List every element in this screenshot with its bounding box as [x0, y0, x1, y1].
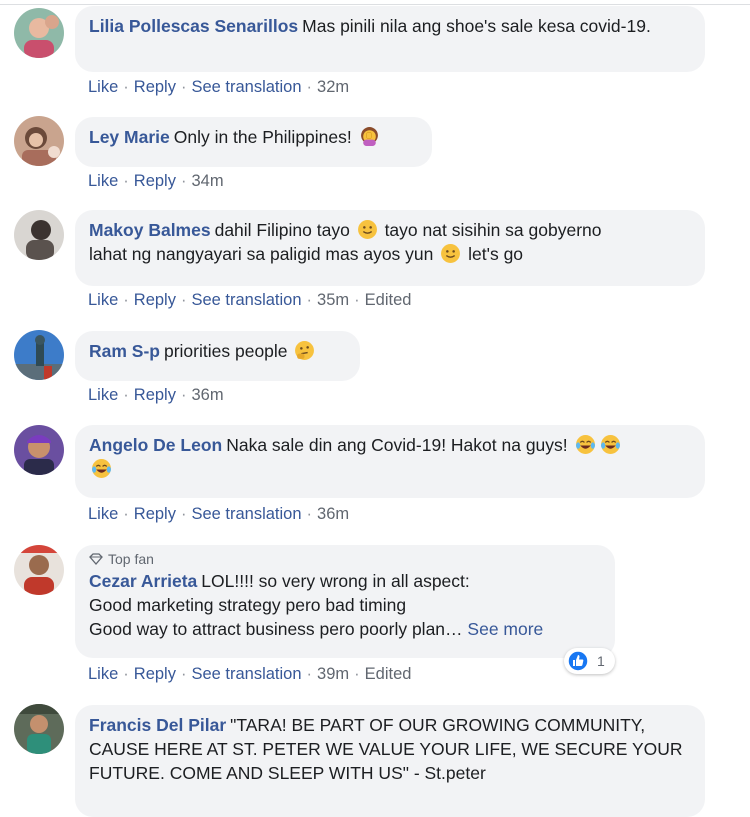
- see-translation-link[interactable]: See translation: [191, 665, 301, 683]
- comment-bubble: Makoy Balmes dahil Filipino tayo tayo nat…: [75, 210, 705, 286]
- avatar[interactable]: [14, 8, 64, 58]
- reply-link[interactable]: Reply: [134, 291, 176, 309]
- top-fan-badge: Top fan: [89, 551, 601, 567]
- comment-bubble: Francis Del Pilar "TARA! BE PART OF OUR G…: [75, 705, 705, 817]
- like-link[interactable]: Like: [88, 665, 118, 683]
- reply-link[interactable]: Reply: [134, 172, 176, 190]
- tears-of-joy-emoji: [600, 434, 621, 455]
- comment-actions: Like · Reply · 36m: [88, 386, 224, 404]
- comment-bubble: Ram S-p priorities people: [75, 331, 360, 381]
- commenter-name[interactable]: Ram S-p: [89, 341, 160, 361]
- reply-link[interactable]: Reply: [134, 78, 176, 96]
- comment-text: LOL!!!! so very wrong in all aspect:: [201, 571, 470, 591]
- reply-link[interactable]: Reply: [134, 665, 176, 683]
- reply-link[interactable]: Reply: [134, 386, 176, 404]
- tears-of-joy-emoji: [91, 458, 112, 479]
- comment-bubble: Angelo De Leon Naka sale din ang Covid-19…: [75, 425, 705, 498]
- edited-label[interactable]: Edited: [365, 291, 412, 309]
- comment-actions: Like · Reply · See translation · 32m: [88, 78, 350, 96]
- comment-text: Mas pinili nila ang shoe's sale kesa cov…: [302, 16, 651, 36]
- comment-text: lahat ng nangyayari sa paligid mas ayos …: [89, 244, 434, 264]
- timestamp[interactable]: 36m: [317, 505, 349, 523]
- thinking-emoji: [294, 340, 315, 361]
- comment-bubble: Lilia Pollescas Senarillos Mas pinili nil…: [75, 6, 705, 72]
- avatar[interactable]: [14, 116, 64, 166]
- avatar[interactable]: [14, 330, 64, 380]
- timestamp[interactable]: 32m: [317, 78, 349, 96]
- comment-bubble: Ley Marie Only in the Philippines!: [75, 117, 432, 167]
- comment-text: Good marketing strategy pero bad timing: [89, 595, 407, 615]
- comment-text: Naka sale din ang Covid-19! Hakot na guy…: [226, 435, 568, 455]
- reaction-count-badge[interactable]: 1: [564, 648, 615, 674]
- comment-text: priorities people: [163, 341, 288, 361]
- comment-text: Only in the Philippines!: [173, 127, 352, 147]
- comment-text: tayo nat sisihin sa gobyerno: [384, 220, 602, 240]
- diamond-icon: [89, 552, 103, 565]
- top-divider: [0, 4, 750, 5]
- timestamp[interactable]: 35m: [317, 291, 349, 309]
- commenter-name[interactable]: Francis Del Pilar: [89, 715, 226, 735]
- like-link[interactable]: Like: [88, 386, 118, 404]
- comment-actions: Like · Reply · See translation · 39m · Edited: [88, 665, 412, 683]
- comment-text: dahil Filipino tayo: [214, 220, 350, 240]
- commenter-name[interactable]: Cezar Arrieta: [89, 571, 197, 591]
- see-more-link[interactable]: See more: [467, 619, 543, 639]
- see-translation-link[interactable]: See translation: [191, 78, 301, 96]
- smile-emoji: [357, 219, 378, 240]
- edited-label[interactable]: Edited: [365, 665, 412, 683]
- comment-actions: Like · Reply · See translation · 35m · Edited: [88, 291, 412, 309]
- like-reaction-icon: [567, 650, 589, 672]
- avatar[interactable]: [14, 704, 64, 754]
- commenter-name[interactable]: Angelo De Leon: [89, 435, 222, 455]
- commenter-name[interactable]: Makoy Balmes: [89, 220, 211, 240]
- smile-emoji: [440, 243, 461, 264]
- like-link[interactable]: Like: [88, 172, 118, 190]
- avatar[interactable]: [14, 210, 64, 260]
- see-translation-link[interactable]: See translation: [191, 291, 301, 309]
- avatar[interactable]: [14, 545, 64, 595]
- like-link[interactable]: Like: [88, 291, 118, 309]
- reply-link[interactable]: Reply: [134, 505, 176, 523]
- facepalm-woman-emoji: [359, 126, 380, 147]
- commenter-name[interactable]: Lilia Pollescas Senarillos: [89, 16, 298, 36]
- comment-actions: Like · Reply · 34m: [88, 172, 224, 190]
- tears-of-joy-emoji: [575, 434, 596, 455]
- see-translation-link[interactable]: See translation: [191, 505, 301, 523]
- timestamp[interactable]: 39m: [317, 665, 349, 683]
- comment-actions: Like · Reply · See translation · 36m: [88, 505, 350, 523]
- timestamp[interactable]: 36m: [191, 386, 223, 404]
- comment-text: let's go: [468, 244, 524, 264]
- timestamp[interactable]: 34m: [191, 172, 223, 190]
- like-link[interactable]: Like: [88, 78, 118, 96]
- avatar[interactable]: [14, 425, 64, 475]
- comment-text: Good way to attract business pero poorly…: [89, 619, 463, 639]
- commenter-name[interactable]: Ley Marie: [89, 127, 170, 147]
- reaction-count: 1: [597, 653, 605, 669]
- comment-bubble: Top fan Cezar Arrieta LOL!!!! so very wro…: [75, 545, 615, 658]
- like-link[interactable]: Like: [88, 505, 118, 523]
